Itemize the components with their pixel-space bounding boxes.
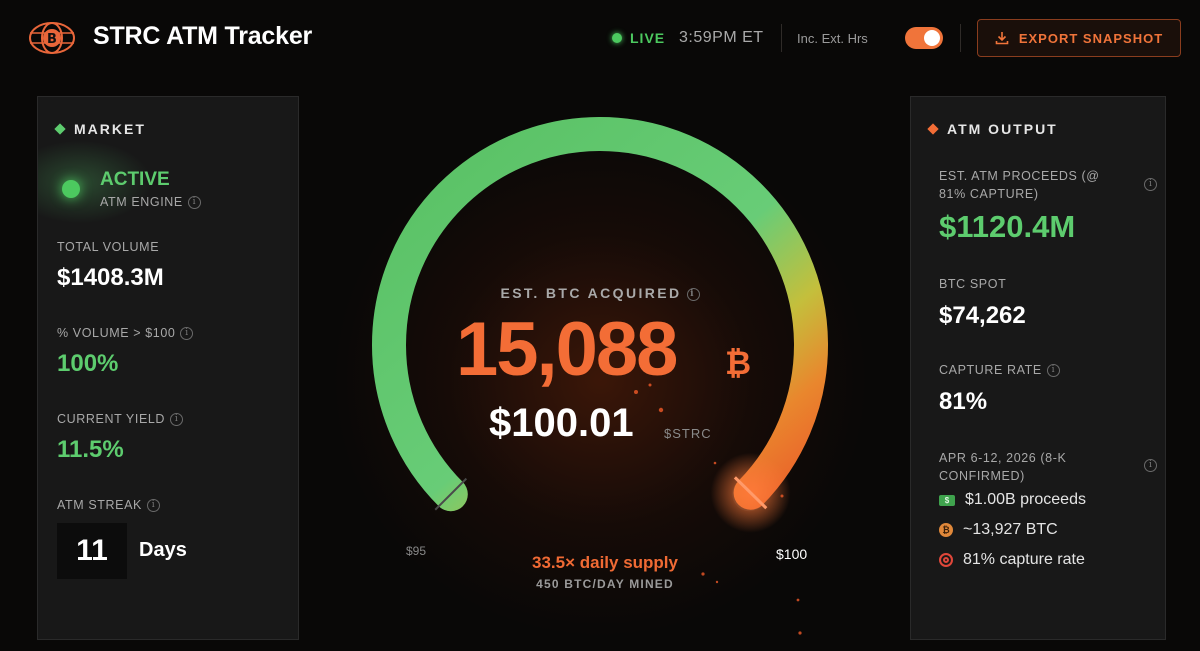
pct-volume-value: 100% (57, 350, 119, 377)
market-panel: MARKET ACTIVE ATM ENGINE i TOTAL VOLUME $… (37, 96, 299, 640)
list-item-text: ~13,927 BTC (963, 521, 1058, 538)
engine-label-row: ATM ENGINE i (100, 195, 201, 210)
info-icon[interactable]: i (146, 499, 160, 513)
divider (781, 24, 782, 52)
atm-panel-header: ATM OUTPUT (927, 121, 1058, 137)
list-item: ₿ ~13,927 BTC (939, 521, 1058, 539)
capture-value: 81% (939, 388, 988, 415)
list-item: $ $1.00B proceeds (939, 491, 1086, 509)
market-time: 3:59PM ET (679, 29, 764, 46)
live-label: LIVE (630, 30, 666, 46)
proceeds-label: EST. ATM PROCEEDS (@ 81% CAPTURE) (939, 169, 1100, 201)
export-snapshot-button[interactable]: EXPORT SNAPSHOT (977, 19, 1181, 57)
gauge-end-tick (733, 476, 768, 510)
gauge-min-label: $95 (406, 544, 427, 558)
streak-label-row: ATM STREAK i (57, 498, 160, 513)
capture-label-row: CAPTURE RATE i (939, 363, 1060, 378)
info-icon[interactable]: i (170, 413, 184, 427)
svg-text:B: B (47, 32, 57, 47)
bitcoin-icon: ₿ (939, 523, 953, 537)
download-icon (995, 32, 1009, 45)
cash-icon: $ (939, 494, 955, 506)
yield-label: CURRENT YIELD (57, 412, 166, 426)
toggle-knob (924, 30, 940, 46)
info-icon[interactable]: i (686, 287, 700, 301)
btc-acquired-value: 15,088 (456, 307, 678, 392)
atm-output-panel: ATM OUTPUT EST. ATM PROCEEDS (@ 81% CAPT… (910, 96, 1166, 640)
diamond-icon (54, 123, 66, 135)
ext-hours-label: Inc. Ext. Hrs (797, 31, 868, 46)
streak-value: 11 (57, 523, 127, 579)
list-item-text: 81% capture rate (963, 551, 1085, 568)
strc-price: $100.01 (489, 401, 634, 445)
gauge-max-label: $100 (776, 546, 808, 562)
market-title: MARKET (74, 121, 146, 137)
total-volume-value: $1408.3M (57, 264, 164, 291)
info-icon[interactable]: i (187, 196, 201, 210)
ext-hours-toggle[interactable] (905, 27, 943, 49)
export-label: EXPORT SNAPSHOT (1018, 30, 1164, 46)
bitcoin-symbol-icon: ₿ (725, 345, 752, 381)
info-icon[interactable]: i (1144, 459, 1157, 472)
target-icon (939, 553, 953, 567)
list-item-text: $1.00B proceeds (965, 491, 1086, 508)
streak-label: ATM STREAK (57, 498, 142, 512)
divider (960, 24, 961, 52)
pct-volume-label-row: % VOLUME > $100 i (57, 326, 194, 341)
market-status: ACTIVE (100, 169, 170, 190)
app-title: STRC ATM Tracker (93, 22, 313, 50)
strc-ticker: $STRC (664, 426, 712, 441)
btc-acquired-label-row: EST. BTC ACQUIRED i (460, 285, 740, 301)
info-icon[interactable]: i (1046, 364, 1060, 378)
spot-value: $74,262 (939, 302, 1026, 329)
engine-label: ATM ENGINE (100, 195, 183, 209)
btc-acquired-label: EST. BTC ACQUIRED (500, 285, 682, 301)
info-icon[interactable]: i (1144, 178, 1157, 191)
capture-label: CAPTURE RATE (939, 363, 1042, 377)
atm-title: ATM OUTPUT (947, 121, 1058, 137)
proceeds-value: $1120.4M (939, 209, 1076, 244)
list-item: 81% capture rate (939, 551, 1085, 569)
live-indicator-dot (612, 33, 622, 43)
gauge-start-tick (434, 477, 468, 511)
total-volume-label: TOTAL VOLUME (57, 240, 160, 254)
period-label: APR 6-12, 2026 (8-K CONFIRMED) (939, 451, 1067, 483)
active-status-dot (62, 180, 80, 198)
daily-supply-multiple: 33.5× daily supply (532, 553, 678, 572)
diamond-icon (927, 123, 939, 135)
yield-label-row: CURRENT YIELD i (57, 412, 184, 427)
streak-unit: Days (139, 539, 187, 561)
top-bar: B STRC ATM Tracker LIVE 3:59PM ET Inc. E… (0, 0, 1200, 78)
yield-value: 11.5% (57, 436, 124, 463)
bitcoin-globe-logo-icon: B (29, 22, 75, 54)
particles (634, 383, 802, 635)
info-icon[interactable]: i (180, 327, 194, 341)
btc-mined-per-day: 450 BTC/DAY MINED (536, 577, 674, 591)
spot-label: BTC SPOT (939, 277, 1007, 291)
pct-volume-label: % VOLUME > $100 (57, 326, 176, 340)
market-panel-header: MARKET (54, 121, 146, 137)
gauge-end-glow (710, 452, 791, 533)
